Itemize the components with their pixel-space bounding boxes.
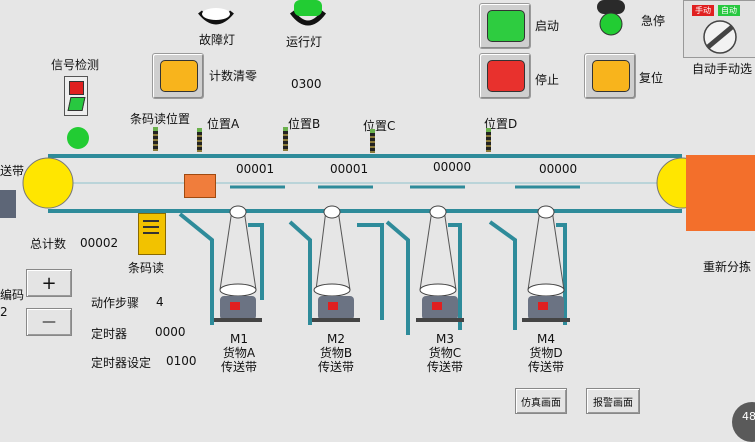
- code-label: 编码: [0, 288, 25, 302]
- total-count-label: 总计数: [30, 237, 67, 251]
- chute-d-left: [488, 220, 517, 330]
- count-a: 00001: [236, 162, 275, 176]
- minus-button[interactable]: —: [26, 308, 72, 336]
- motor-m2-line2: 传送带: [317, 360, 354, 374]
- motor-m1-line2: 传送带: [220, 360, 257, 374]
- count-b: 00001: [330, 162, 369, 176]
- pusher-d: [527, 205, 565, 297]
- step-label: 动作步骤: [91, 296, 140, 310]
- left-roller: [22, 157, 74, 209]
- pusher-c: [419, 205, 457, 297]
- total-count-value: 00002: [80, 236, 119, 250]
- barcode-reader-device: [138, 213, 166, 255]
- motor-m4-id: M4: [537, 332, 555, 346]
- motor-m3-id: M3: [436, 332, 454, 346]
- step-value: 4: [156, 295, 164, 309]
- motor-m2-line1: 货物B: [319, 346, 353, 360]
- chute-b-right: [357, 223, 384, 320]
- motor-m1-id: M1: [230, 332, 248, 346]
- motor-m2-id: M2: [327, 332, 345, 346]
- motor-m4-caption: M4 货物D 传送带: [521, 332, 571, 374]
- motor-m3-line1: 货物C: [428, 346, 462, 360]
- alarm-screen-button[interactable]: 报警画面: [586, 388, 640, 414]
- pusher-a: [219, 205, 257, 297]
- corner-badge-text: 48: [742, 410, 755, 423]
- motor-m4-icon: [522, 296, 570, 322]
- chute-b-left: [288, 220, 312, 325]
- barcode-reader-label: 条码读: [128, 261, 165, 275]
- motor-m1-icon: [214, 296, 262, 322]
- motor-m4-line1: 货物D: [529, 346, 563, 360]
- count-c: 00000: [433, 160, 472, 174]
- chute-a-left: [178, 212, 214, 325]
- motor-m1-line1: 货物A: [222, 346, 256, 360]
- sim-screen-button[interactable]: 仿真画面: [515, 388, 567, 414]
- motor-m2-caption: M2 货物B 传送带: [311, 332, 361, 374]
- package-box: [184, 174, 216, 198]
- timer-set-label: 定时器设定: [91, 356, 152, 370]
- motor-m2-icon: [312, 296, 360, 322]
- left-drive-motor: [0, 190, 16, 218]
- code-value: 2: [0, 305, 8, 319]
- timer-value: 0000: [155, 325, 186, 339]
- timer-set-value: 0100: [166, 354, 197, 368]
- resort-bin: [686, 155, 755, 231]
- chute-c-left: [385, 220, 410, 335]
- motor-m3-icon: [416, 296, 464, 322]
- pusher-b: [313, 205, 351, 297]
- timer-label: 定时器: [91, 327, 128, 341]
- resort-label: 重新分拣: [703, 260, 752, 274]
- plus-button[interactable]: +: [26, 269, 72, 297]
- motor-m3-line2: 传送带: [426, 360, 463, 374]
- motor-m3-caption: M3 货物C 传送带: [420, 332, 470, 374]
- motor-m1-caption: M1 货物A 传送带: [214, 332, 264, 374]
- motor-m4-line2: 传送带: [527, 360, 564, 374]
- count-d: 00000: [539, 162, 578, 176]
